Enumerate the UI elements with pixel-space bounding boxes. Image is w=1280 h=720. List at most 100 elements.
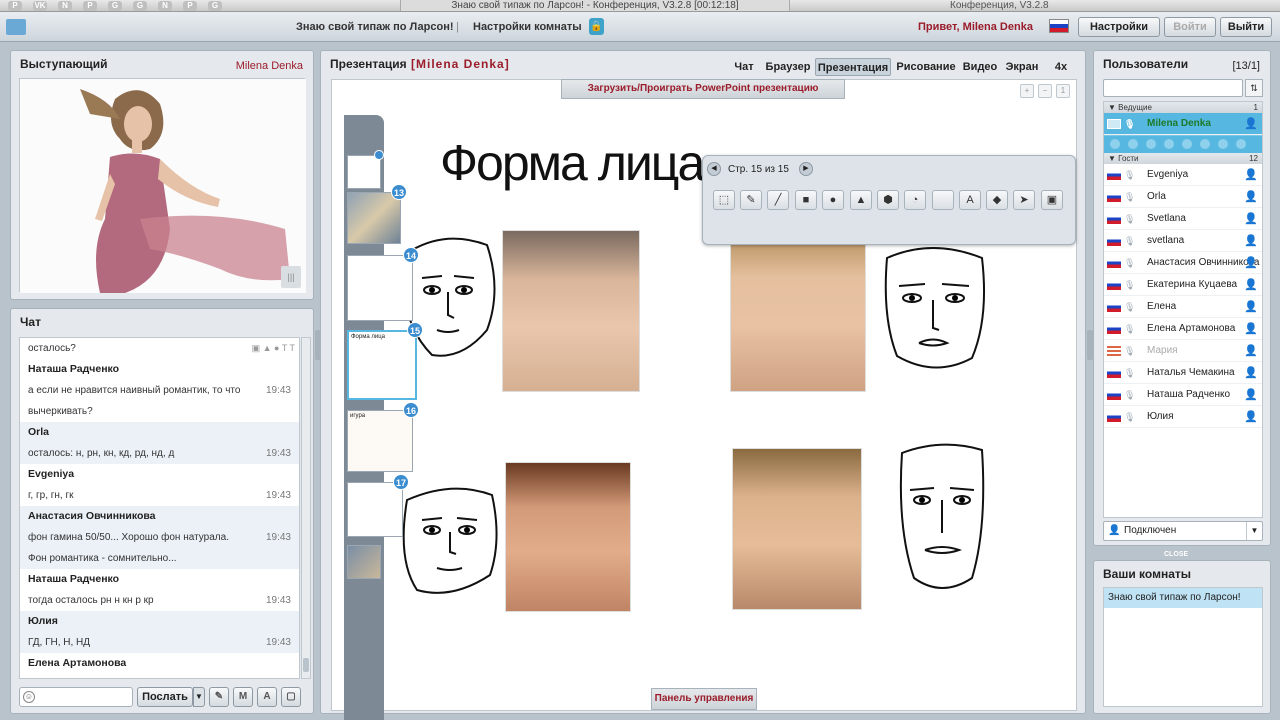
tab-presentation[interactable]: Презентация <box>815 58 891 76</box>
slide-thumbnail-16[interactable]: игура <box>347 410 413 472</box>
tab-4x[interactable]: 4х <box>1047 58 1075 76</box>
screen-add-icon[interactable]: ▣ <box>1041 190 1063 210</box>
mail-icon[interactable]: M <box>233 687 253 707</box>
os-app-icon[interactable]: P <box>8 1 22 11</box>
group-hosts-header[interactable]: ▼ Ведущие 1 <box>1104 102 1262 113</box>
slide-thumbnail-12[interactable] <box>347 155 381 189</box>
os-app-icon[interactable]: P <box>83 1 97 11</box>
clear-chat-icon[interactable]: ✎ <box>209 687 229 707</box>
tab-drawing[interactable]: Рисование <box>894 58 958 76</box>
lock-icon[interactable]: 🔒 <box>589 18 604 35</box>
login-button[interactable]: Войти <box>1164 17 1216 37</box>
slide-thumbnail-15[interactable]: Форма лица <box>347 330 417 400</box>
mic-icon: 🎙 <box>1124 412 1136 422</box>
send-dropdown-arrow[interactable]: ▼ <box>193 687 205 707</box>
circle-icon[interactable]: ● <box>822 190 844 210</box>
user-row[interactable]: 🎙 Наташа Радченко 👤 <box>1104 384 1262 406</box>
chevron-down-icon[interactable]: ▼ <box>1246 522 1262 540</box>
group-guests-header[interactable]: ▼ Гости 12 <box>1104 153 1262 164</box>
host-controls[interactable] <box>1104 135 1262 153</box>
language-flag-icon[interactable] <box>1049 19 1069 33</box>
slide-number-badge: 16 <box>403 402 419 418</box>
slide-thumbnail-18[interactable] <box>347 545 381 579</box>
smiley-icon[interactable]: ☺ <box>23 691 35 703</box>
user-row[interactable]: 🎙 Елена Артамонова 👤 <box>1104 318 1262 340</box>
left-collapse-handle[interactable] <box>315 330 321 360</box>
room-settings-link[interactable]: Настройки комнаты <box>473 21 582 33</box>
sort-users-icon[interactable]: ⇅ <box>1245 79 1263 97</box>
triangle-icon[interactable]: ▲ <box>850 190 872 210</box>
blank-tool-icon[interactable] <box>932 190 954 210</box>
country-flag-icon <box>1107 170 1121 180</box>
chat-message: осталось: н, рн, кн, кд, рд, нд, д 19:43 <box>20 443 299 464</box>
prev-page-button[interactable]: ◀ <box>707 162 721 176</box>
user-status-select[interactable]: 👤 Подключен ▼ <box>1103 521 1263 541</box>
eraser-icon[interactable]: ◆ <box>986 190 1008 210</box>
screen-icon[interactable]: ▢ <box>281 687 301 707</box>
os-app-icon[interactable]: VK <box>33 1 47 11</box>
user-row-host[interactable]: 🎙 Milena Denka 👤 <box>1104 113 1262 135</box>
select-rect-icon[interactable]: ⬚ <box>713 190 735 210</box>
user-row[interactable]: 🎙 Елена 👤 <box>1104 296 1262 318</box>
next-page-button[interactable]: ▶ <box>799 162 813 176</box>
hexagon-icon[interactable]: ⬢ <box>877 190 899 210</box>
presenter-video: ||| <box>19 78 306 293</box>
user-row[interactable]: 🎙 Юлия 👤 <box>1104 406 1262 428</box>
user-row[interactable]: 🎙 Екатерина Куцаева 👤 <box>1104 274 1262 296</box>
mic-icon: 🎙 <box>1124 390 1136 400</box>
country-flag-icon <box>1107 214 1121 224</box>
send-button[interactable]: Послать <box>137 687 193 707</box>
tab-browser[interactable]: Браузер <box>763 58 813 76</box>
rectangle-icon[interactable]: ■ <box>795 190 817 210</box>
user-row[interactable]: 🎙 Orla 👤 <box>1104 186 1262 208</box>
chat-input-box[interactable]: ☺ <box>19 687 133 707</box>
user-row[interactable]: 🎙 Evgeniya 👤 <box>1104 164 1262 186</box>
zoom-fit-icon[interactable]: 1 <box>1056 84 1070 98</box>
settings-button[interactable]: Настройки <box>1078 17 1160 37</box>
line-icon[interactable]: ╱ <box>767 190 789 210</box>
presentation-stage[interactable]: Форма лица 13 14 Форма лица 15 игура 16 … <box>331 79 1077 720</box>
os-app-icon[interactable]: G <box>208 1 222 11</box>
pie-icon[interactable]: ◔ <box>904 190 926 210</box>
close-label[interactable]: CLOSE <box>1164 551 1188 558</box>
load-powerpoint-button[interactable]: Загрузить/Проиграть PowerPoint презентац… <box>561 79 845 99</box>
user-row[interactable]: 🎙 Наталья Чемакина 👤 <box>1104 362 1262 384</box>
window-title: Знаю свой типаж по Ларсон! - Конференция… <box>400 0 790 11</box>
os-app-icon[interactable]: N <box>158 1 172 11</box>
tab-screen[interactable]: Экран <box>1002 58 1042 76</box>
chat-format-icons[interactable]: ▣ ▲ ● T T <box>252 340 295 357</box>
country-flag-icon <box>1107 236 1121 246</box>
text-icon[interactable]: A <box>959 190 981 210</box>
user-row[interactable]: 🎙 svetlana 👤 <box>1104 230 1262 252</box>
slide-thumbnail-14[interactable] <box>347 255 413 321</box>
slide-thumbnail-17[interactable] <box>347 482 403 537</box>
user-row[interactable]: 🎙 Мария 👤 <box>1104 340 1262 362</box>
room-item[interactable]: Знаю свой типаж по Ларсон! <box>1104 588 1262 608</box>
country-flag-icon <box>1107 192 1121 202</box>
tab-video[interactable]: Видео <box>961 58 999 76</box>
pointer-icon[interactable]: ➤ <box>1013 190 1035 210</box>
os-app-icon[interactable]: G <box>108 1 122 11</box>
chat-scrollbar[interactable] <box>301 337 311 679</box>
os-app-icon[interactable]: N <box>58 1 72 11</box>
equalizer-icon[interactable]: ||| <box>281 266 301 288</box>
logout-button[interactable]: Выйти <box>1220 17 1272 37</box>
user-row[interactable]: 🎙 Svetlana 👤 <box>1104 208 1262 230</box>
tab-chat[interactable]: Чат <box>729 58 759 76</box>
person-icon: 👤 <box>1244 411 1258 423</box>
mic-icon: 🎙 <box>1124 280 1136 290</box>
zoom-in-icon[interactable]: + <box>1020 84 1034 98</box>
host-status-icon <box>1107 119 1121 129</box>
user-search-input[interactable] <box>1103 79 1243 97</box>
user-row[interactable]: 🎙 Анастасия Овчинникова 👤 <box>1104 252 1262 274</box>
zoom-out-icon[interactable]: − <box>1038 84 1052 98</box>
chat-input[interactable] <box>40 688 130 706</box>
pencil-icon[interactable]: ✎ <box>740 190 762 210</box>
person-icon: 👤 <box>1244 345 1258 357</box>
os-app-icon[interactable]: P <box>183 1 197 11</box>
os-app-icon[interactable]: G <box>133 1 147 11</box>
control-panel-button[interactable]: Панель управления <box>651 688 757 710</box>
font-size-icon[interactable]: A <box>257 687 277 707</box>
mic-icon: 🎙 <box>1124 368 1136 378</box>
slide-thumbnail-13[interactable] <box>347 192 401 244</box>
